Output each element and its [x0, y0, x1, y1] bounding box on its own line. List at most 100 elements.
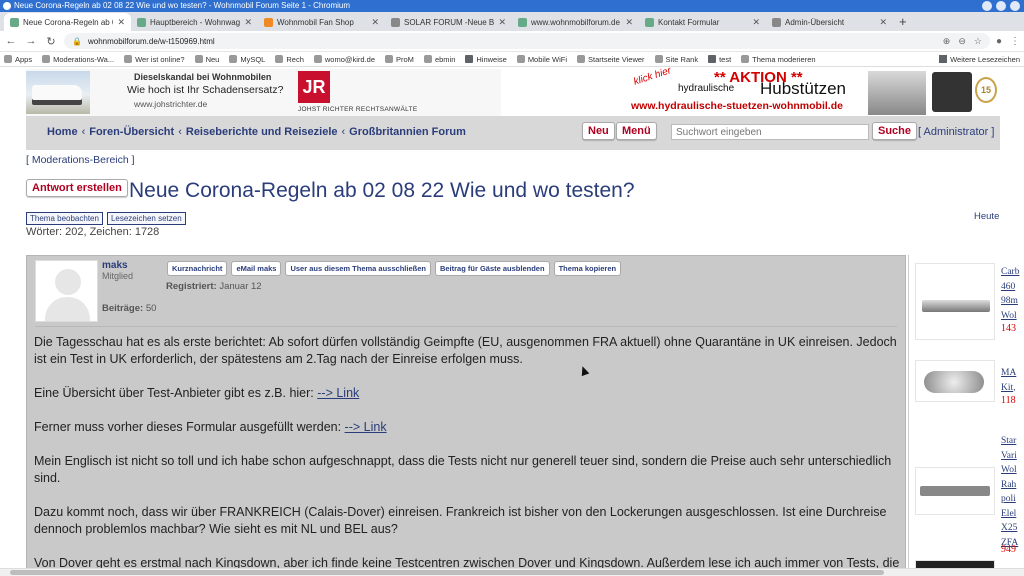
exclude-user-button[interactable]: User aus diesem Thema ausschließen — [285, 261, 431, 276]
folder-icon — [939, 55, 948, 63]
short-message-button[interactable]: Kurznachricht — [167, 261, 228, 276]
maximize-button[interactable] — [996, 1, 1006, 11]
bookmark-item[interactable]: Thema moderieren — [741, 55, 816, 64]
window-title: Neue Corona-Regeln ab 02 08 22 Wie und w… — [14, 1, 351, 10]
bookmark-item[interactable]: Startseite Viewer — [576, 55, 645, 64]
bookmark-item[interactable]: Site Rank — [654, 55, 698, 64]
horizontal-scrollbar[interactable] — [0, 568, 1024, 576]
scrollbar-thumb[interactable] — [10, 570, 884, 575]
crumb-reiseberichte[interactable]: Reiseberichte und Reiseziele — [186, 126, 338, 138]
favicon-icon — [137, 17, 146, 27]
menu-button[interactable]: Menü — [616, 122, 657, 140]
tab-faq[interactable]: www.wohnmobilforum.de / FAQ✕ — [512, 13, 639, 31]
tab-kontakt[interactable]: Kontakt Formular ✕ — [639, 13, 766, 31]
search-input[interactable] — [671, 124, 869, 140]
address-bar[interactable]: 🔒 wohnmobilforum.de/w-t150969.html ⊕ ⊖ ☆ — [64, 33, 990, 49]
banner-ad-lawyer[interactable]: Dieselskandal bei Wohnmobilen Wie hoch i… — [26, 69, 501, 116]
close-tab-icon[interactable]: ✕ — [244, 17, 252, 28]
post-count: Beiträge: 50 — [102, 303, 157, 314]
bookmark-icon — [229, 55, 238, 63]
browser-toolbar: ← → ↻ 🔒 wohnmobilforum.de/w-t150969.html… — [0, 31, 1024, 52]
bookmark-topic-button[interactable]: Lesezeichen setzen — [106, 212, 186, 225]
close-tab-icon[interactable]: ✕ — [498, 17, 506, 28]
ad-price: 118 — [1001, 395, 1016, 406]
close-window-button[interactable] — [1010, 1, 1020, 11]
reply-button[interactable]: Antwort erstellen — [26, 179, 128, 197]
product-image — [868, 71, 926, 115]
registered-info: Registriert: Januar 12 — [166, 281, 262, 292]
ad-image[interactable] — [915, 360, 995, 402]
bookmark-folder[interactable]: Hinweise — [465, 55, 507, 64]
avatar[interactable] — [35, 260, 98, 322]
crumb-grossbritannien[interactable]: Großbritannien Forum — [349, 126, 466, 138]
watch-topic-button[interactable]: Thema beobachten — [26, 212, 103, 225]
apps-icon — [4, 55, 12, 63]
test-provider-link[interactable]: --> Link — [317, 386, 359, 400]
bookmark-folder[interactable]: test — [708, 55, 731, 64]
minimize-button[interactable] — [982, 1, 992, 11]
lock-icon[interactable]: 🔒 — [72, 37, 82, 46]
bookmark-item[interactable]: Neu — [194, 55, 219, 64]
back-icon[interactable]: ← — [4, 35, 18, 47]
new-tab-button[interactable]: + — [893, 13, 913, 31]
search-button[interactable]: Suche — [872, 122, 918, 140]
bookmark-item[interactable]: Wer ist online? — [124, 55, 185, 64]
close-tab-icon[interactable]: ✕ — [117, 17, 125, 28]
menu-icon[interactable]: ⋮ — [1010, 36, 1020, 47]
profile-icon[interactable]: ● — [996, 36, 1002, 47]
tab-solar-forum[interactable]: SOLAR FORUM -Neue Beiträge✕ — [385, 13, 512, 31]
bookmark-item[interactable]: Mobile WiFi — [516, 55, 567, 64]
forward-icon[interactable]: → — [24, 35, 38, 47]
bookmark-icon — [654, 55, 663, 63]
favicon-icon — [264, 17, 273, 27]
favicon-icon — [518, 17, 527, 27]
ad-price: 143 — [1001, 323, 1016, 334]
tab-strip: Neue Corona-Regeln ab 02 08 22 Wie und w… — [0, 12, 1024, 31]
zoom-icon[interactable]: ⊖ — [958, 36, 966, 47]
post-action-buttons: Kurznachricht eMail maks User aus diesem… — [167, 261, 622, 276]
ad-image[interactable] — [915, 467, 995, 515]
post-paragraph: Mein Englisch ist nicht so toll und ich … — [34, 454, 892, 485]
form-link[interactable]: --> Link — [345, 420, 387, 434]
ad-title[interactable]: MA Kit, — [1001, 366, 1023, 395]
bookmark-item[interactable]: MySQL — [229, 55, 265, 64]
bookmark-apps[interactable]: Apps — [4, 55, 32, 64]
reload-icon[interactable]: ↻ — [44, 35, 58, 48]
install-icon[interactable]: ⊕ — [943, 36, 951, 47]
ad-title[interactable]: Star Vari Wol Rah poli Elel X25 ZFA — [1001, 434, 1023, 550]
post-paragraph: Ferner muss vorher dieses Formular ausge… — [34, 420, 387, 434]
post-body: Die Tagesschau hat es als erste berichte… — [34, 334, 900, 576]
administrator-link[interactable]: [ Administrator ] — [918, 126, 994, 138]
bookmark-item[interactable]: Moderations-Wa... — [42, 55, 114, 64]
close-tab-icon[interactable]: ✕ — [371, 17, 379, 28]
copy-topic-button[interactable]: Thema kopieren — [553, 261, 622, 276]
word-count: Wörter: 202, Zeichen: 1728 — [26, 226, 160, 238]
email-user-button[interactable]: eMail maks — [231, 261, 282, 276]
tab-fan-shop[interactable]: Wohnmobil Fan Shop ✕ — [258, 13, 385, 31]
close-tab-icon[interactable]: ✕ — [752, 17, 760, 28]
tab-hauptbereich[interactable]: Hauptbereich - Wohnwagen ✕ — [131, 13, 258, 31]
bookmark-item[interactable]: womo@kird.de — [313, 55, 375, 64]
star-icon[interactable]: ☆ — [974, 36, 982, 47]
other-bookmarks[interactable]: Weitere Lesezeichen — [939, 55, 1020, 64]
web-page: Dieselskandal bei Wohnmobilen Wie hoch i… — [0, 67, 1024, 576]
ad-title[interactable]: Carb 460 98m Wol — [1001, 265, 1023, 323]
ad-image[interactable] — [915, 263, 995, 340]
bookmark-item[interactable]: ebmin — [423, 55, 455, 64]
crumb-home[interactable]: Home — [47, 126, 78, 138]
crumb-foren[interactable]: Foren-Übersicht — [89, 126, 174, 138]
close-tab-icon[interactable]: ✕ — [625, 17, 633, 28]
tab-admin[interactable]: Admin-Übersicht ✕ — [766, 13, 893, 31]
moderation-link[interactable]: [ Moderations-Bereich ] — [26, 154, 135, 166]
bookmark-item[interactable]: Rech — [275, 55, 304, 64]
tab-corona-regeln[interactable]: Neue Corona-Regeln ab 02 08 22 Wie und w… — [4, 13, 131, 31]
hide-for-guests-button[interactable]: Beitrag für Gäste ausblenden — [434, 261, 550, 276]
new-button[interactable]: Neu — [582, 122, 615, 140]
banner-ad-hubstuetzen[interactable]: klick hier ** AKTION ** hydraulische Hub… — [628, 67, 1000, 116]
post-username[interactable]: maks — [102, 260, 128, 271]
window-titlebar: Neue Corona-Regeln ab 02 08 22 Wie und w… — [0, 0, 1024, 12]
divider — [35, 326, 897, 327]
close-tab-icon[interactable]: ✕ — [879, 17, 887, 28]
bookmark-icon — [423, 55, 432, 63]
bookmark-item[interactable]: ProM — [385, 55, 414, 64]
